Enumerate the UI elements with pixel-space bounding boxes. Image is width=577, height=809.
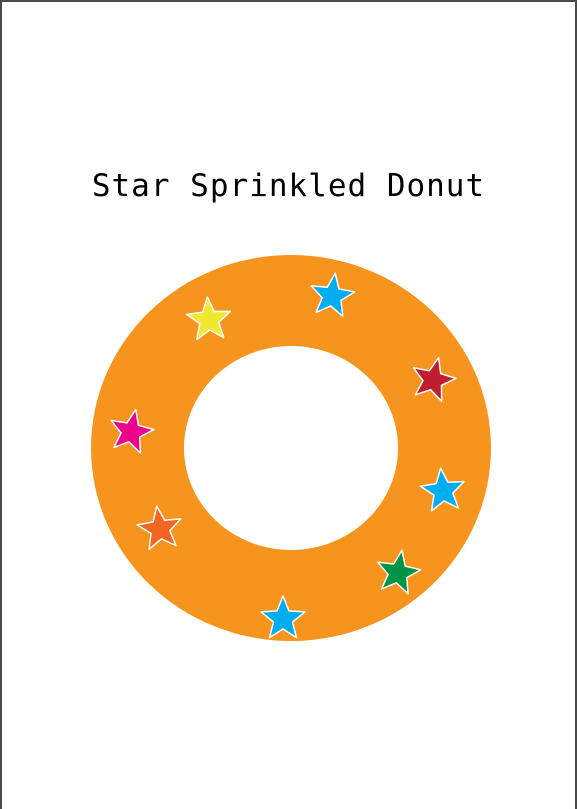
donut-illustration bbox=[91, 255, 491, 641]
page: Star Sprinkled Donut bbox=[0, 0, 577, 809]
donut-hole bbox=[184, 346, 398, 550]
